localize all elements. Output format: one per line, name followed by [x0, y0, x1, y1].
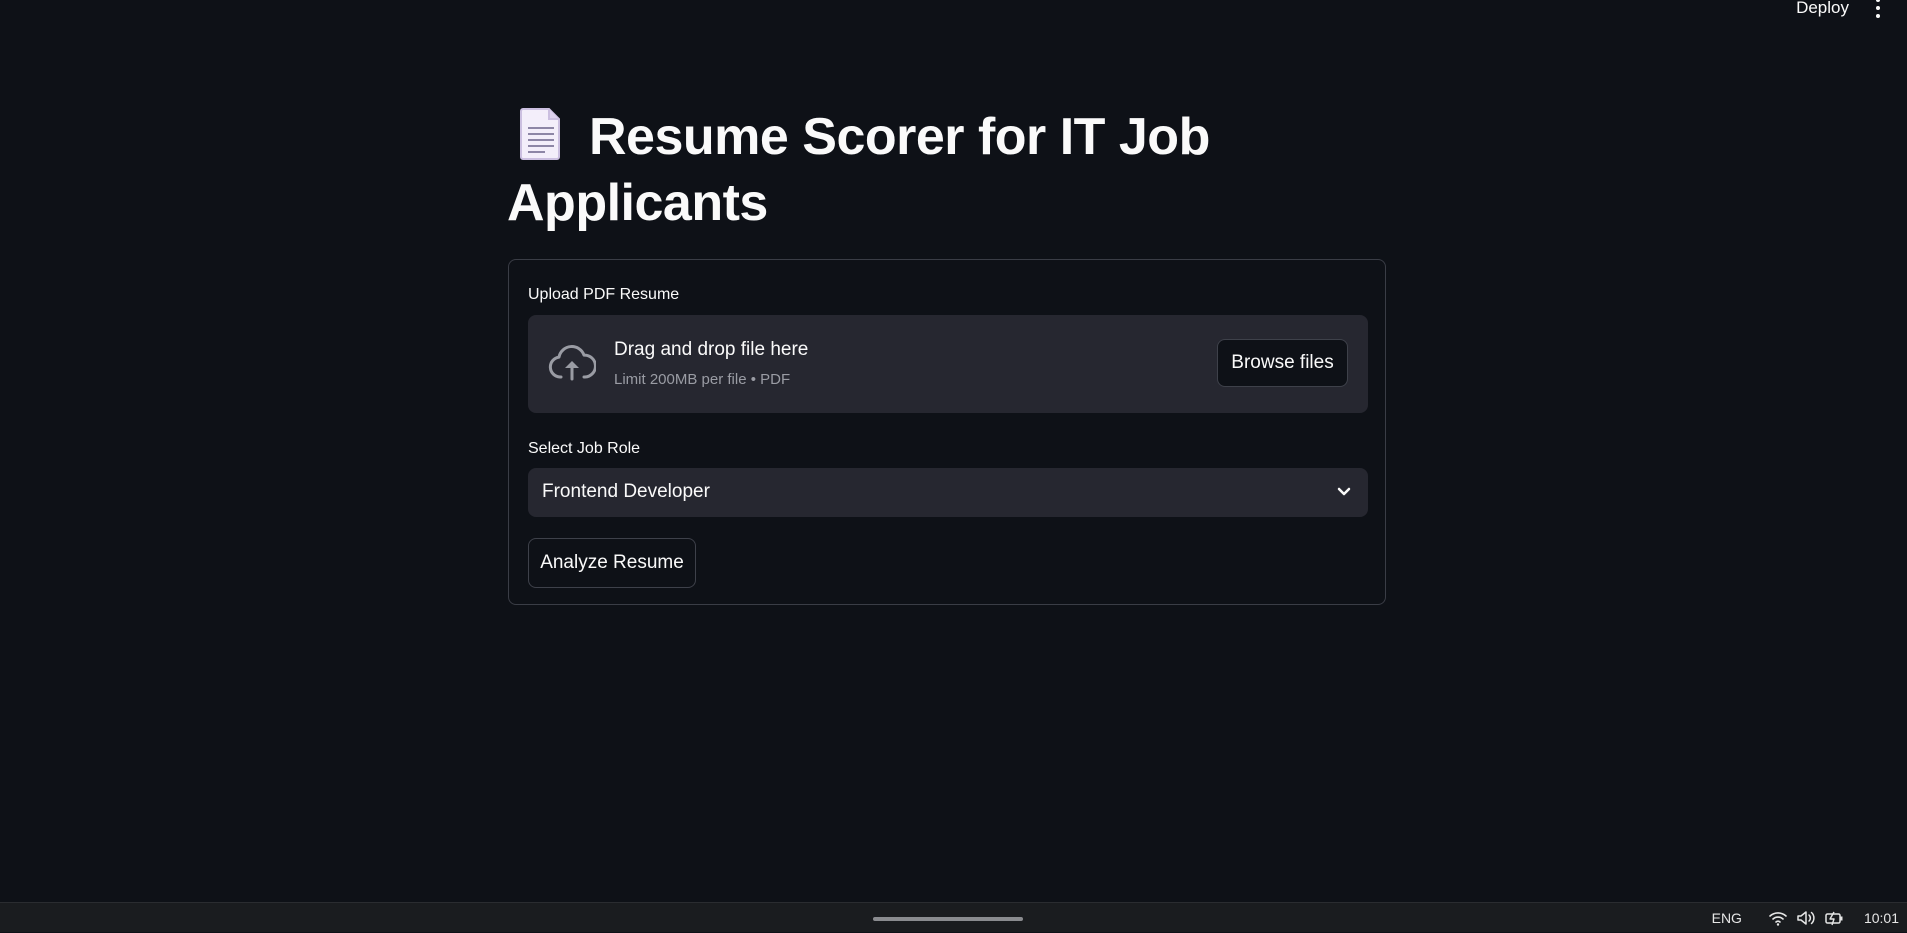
clock[interactable]: 10:01 — [1864, 910, 1899, 926]
home-handle[interactable] — [873, 917, 1023, 921]
system-taskbar: ENG 10:01 — [0, 902, 1907, 932]
page-title: Resume Scorer for IT Job Applicants — [507, 104, 1389, 236]
job-role-label: Select Job Role — [528, 440, 641, 457]
wifi-icon[interactable] — [1768, 909, 1788, 927]
top-toolbar: Deploy — [1796, 0, 1907, 24]
job-role-selected-value: Frontend Developer — [542, 481, 710, 502]
deploy-button[interactable]: Deploy — [1796, 0, 1849, 18]
browse-files-button[interactable]: Browse files — [1217, 339, 1348, 387]
app-window: Deploy Resume Scorer for IT Job Applican… — [0, 0, 1907, 902]
page-title-line1: Resume Scorer for IT Job — [589, 108, 1210, 166]
upload-label: Upload PDF Resume — [528, 286, 680, 303]
dropzone-title: Drag and drop file here — [614, 339, 809, 360]
main-content: Resume Scorer for IT Job Applicants — [507, 104, 1389, 236]
analyze-resume-button[interactable]: Analyze Resume — [528, 538, 696, 588]
resume-form: Upload PDF Resume Drag and drop file her… — [508, 259, 1386, 605]
kebab-menu-icon[interactable] — [1875, 0, 1881, 18]
language-indicator[interactable]: ENG — [1712, 910, 1742, 926]
job-role-select[interactable]: Frontend Developer — [528, 468, 1368, 517]
dropzone-limit-text: Limit 200MB per file • PDF — [614, 371, 791, 388]
chevron-down-icon — [1337, 487, 1351, 496]
volume-icon[interactable] — [1796, 909, 1816, 927]
page-title-line2: Applicants — [507, 174, 768, 232]
system-tray: ENG 10:01 — [1712, 903, 1907, 933]
page-document-icon — [520, 108, 560, 160]
cloud-upload-icon — [548, 345, 596, 381]
battery-icon[interactable] — [1824, 909, 1844, 927]
file-dropzone[interactable]: Drag and drop file here Limit 200MB per … — [528, 315, 1368, 413]
